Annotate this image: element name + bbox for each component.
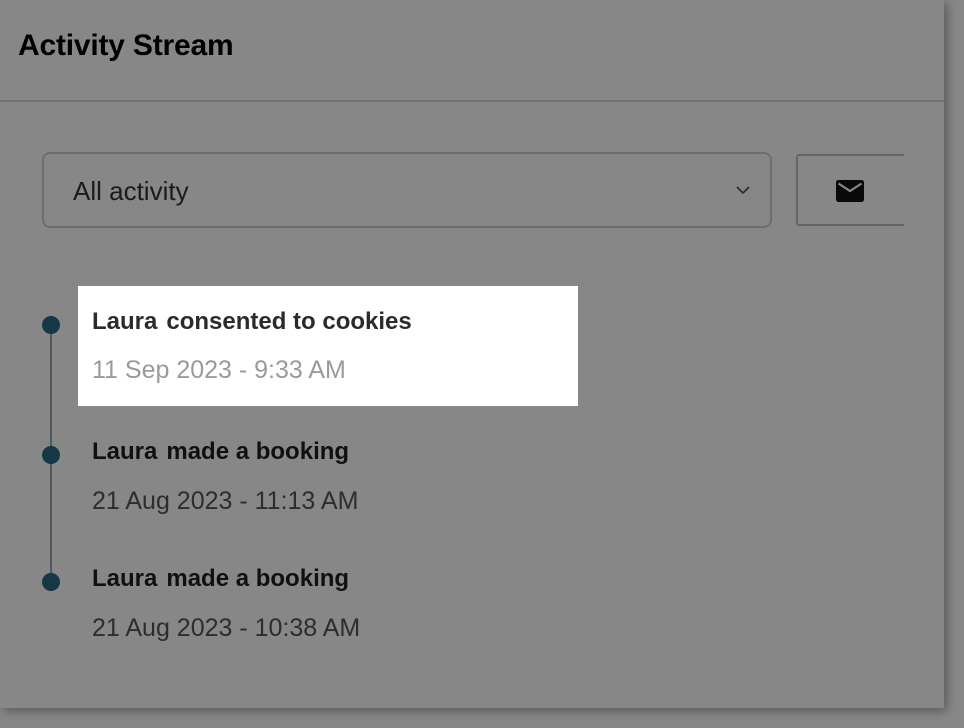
event-title: Laura made a booking xyxy=(92,565,349,593)
timeline-dot xyxy=(42,573,60,591)
timeline-dot xyxy=(42,316,60,334)
event-action: made a booking xyxy=(166,438,350,465)
event-action: consented to cookies xyxy=(166,308,412,335)
event-title: Laura made a booking xyxy=(92,438,349,466)
event-actor[interactable]: Laura xyxy=(92,438,157,465)
mail-icon xyxy=(836,180,864,202)
event-title: Laura consented to cookies xyxy=(92,308,412,336)
event-timestamp: 21 Aug 2023 - 10:38 AM xyxy=(92,614,361,642)
event-actor[interactable]: Laura xyxy=(92,565,157,592)
page-title: Activity Stream xyxy=(18,29,234,62)
email-button[interactable] xyxy=(796,154,904,226)
panel-header: Activity Stream xyxy=(0,0,944,102)
timeline-dot xyxy=(42,446,60,464)
chevron-down-icon xyxy=(736,186,750,195)
event-action: made a booking xyxy=(166,565,350,592)
event-actor[interactable]: Laura xyxy=(92,308,157,335)
activity-filter-select[interactable]: All activity xyxy=(42,152,772,228)
event-timestamp: 21 Aug 2023 - 11:13 AM xyxy=(92,487,359,515)
activity-filter-value: All activity xyxy=(73,176,189,206)
highlighted-activity-item: Laura consented to cookies 11 Sep 2023 - … xyxy=(78,286,578,406)
event-timestamp: 11 Sep 2023 - 9:33 AM xyxy=(92,356,346,384)
